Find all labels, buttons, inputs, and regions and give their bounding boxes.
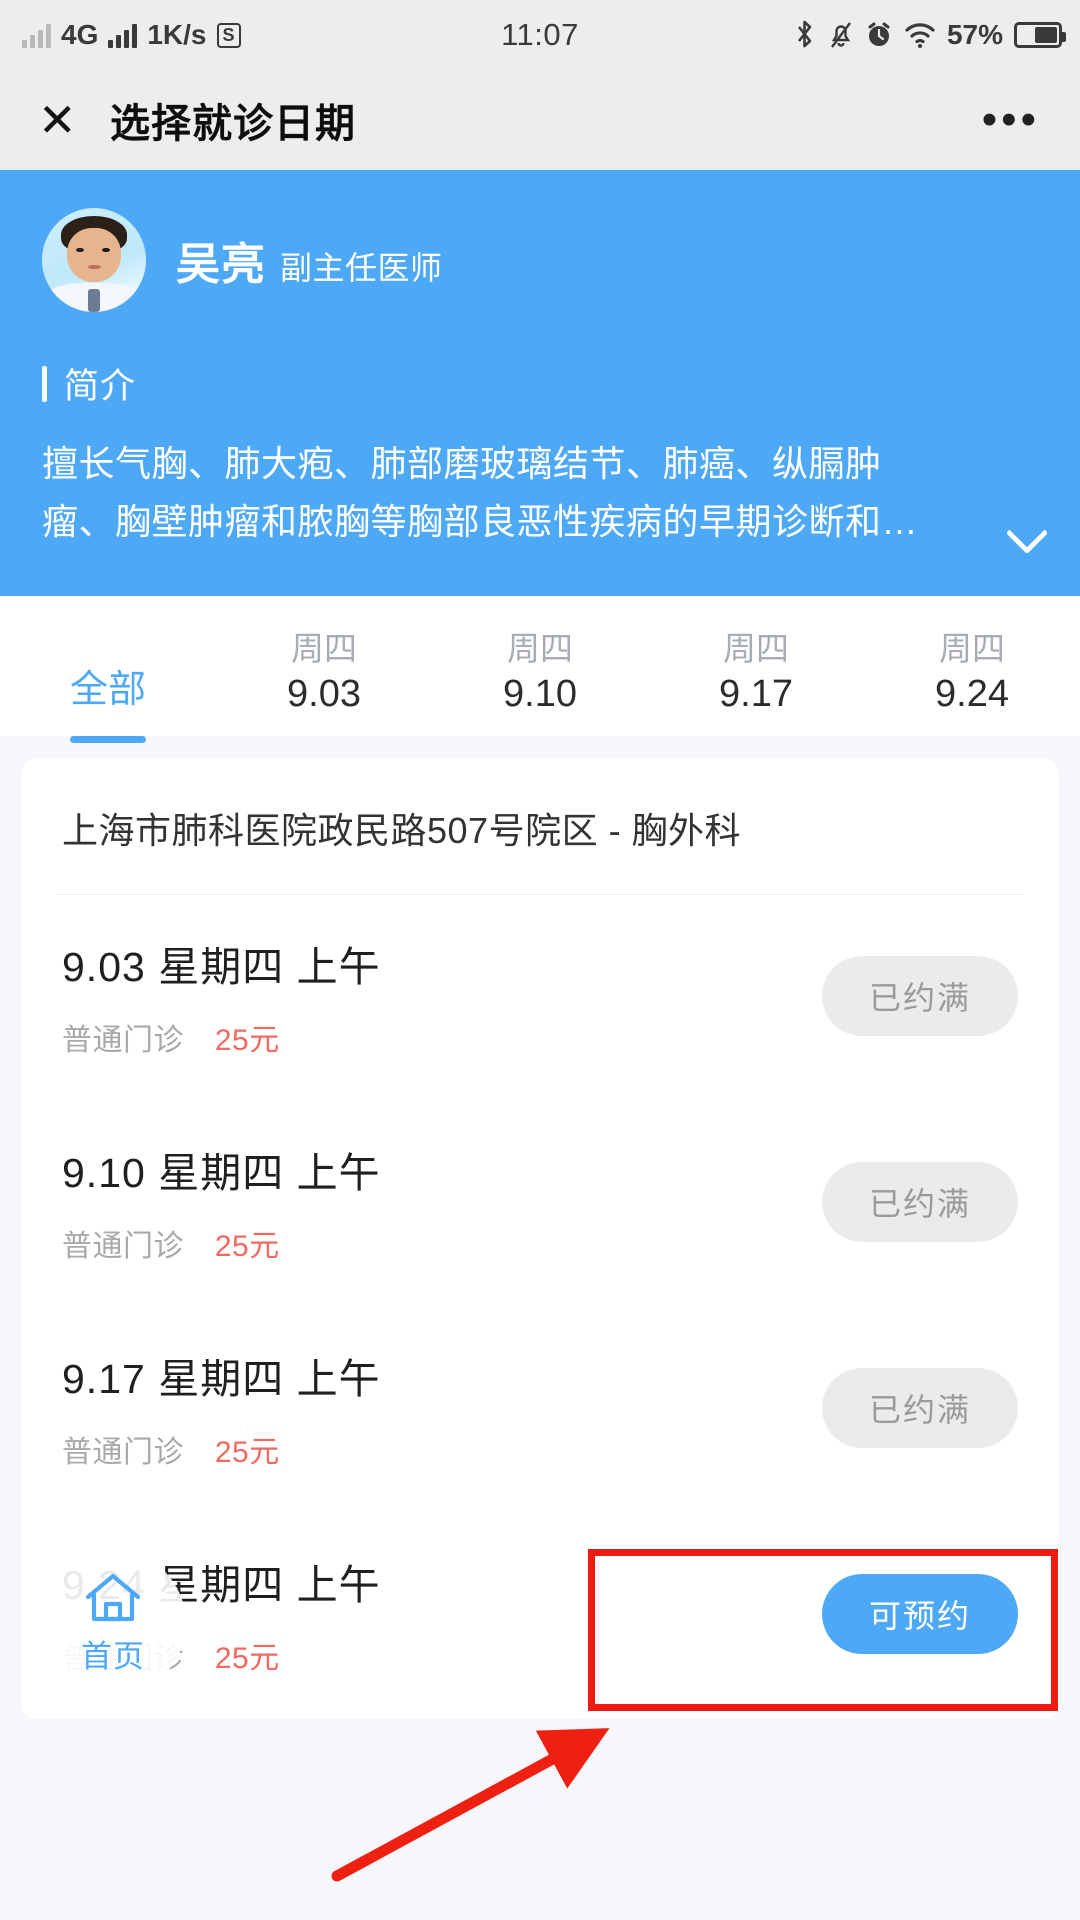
tab-date: 9.03	[287, 672, 361, 715]
clinic-type: 普通门诊	[62, 1435, 184, 1469]
status-badge-full: 已约满	[822, 1367, 1018, 1448]
tab-all[interactable]: 全部	[0, 624, 216, 743]
table-row[interactable]: 9.03 星期四 上午 普通门诊 25元 已约满	[22, 895, 1058, 1101]
home-icon	[85, 1573, 141, 1621]
hospital-department-title: 上海市肺科医院政民路507号院区 - 胸外科	[62, 809, 742, 851]
tab-active-underline	[70, 735, 146, 743]
status-badge-full: 已约满	[822, 955, 1018, 1036]
nav-bar: ✕ 选择就诊日期 •••	[0, 70, 1080, 170]
home-fab-label: 首页	[81, 1638, 145, 1674]
slot-price: 25元	[214, 1641, 280, 1675]
tab-date-0924[interactable]: 周四 9.24	[864, 624, 1080, 719]
slot-weekday: 星期四	[158, 1355, 285, 1402]
status-badge-full: 已约满	[822, 1161, 1018, 1242]
slot-meta: 普通门诊 25元	[62, 1015, 822, 1059]
chevron-down-icon[interactable]	[1005, 511, 1049, 554]
tab-date-0910[interactable]: 周四 9.10	[432, 624, 648, 719]
intro-body[interactable]: 擅长气胸、肺大疱、肺部磨玻璃结节、肺癌、纵膈肿 瘤、胸壁肿瘤和脓胸等胸部良恶性疾…	[42, 435, 1049, 554]
slot-period: 上午	[296, 1355, 381, 1402]
slot-period: 上午	[296, 1561, 381, 1608]
tab-weekday: 周四	[723, 629, 789, 667]
home-fab-button[interactable]: 首页	[40, 1550, 186, 1696]
slot-price: 25元	[214, 1229, 280, 1263]
slot-datetime: 9.17 星期四 上午	[62, 1345, 822, 1405]
tab-date: 9.10	[503, 672, 577, 715]
tab-weekday: 周四	[939, 629, 1005, 667]
doctor-name: 吴亮	[176, 240, 266, 289]
clinic-type: 普通门诊	[62, 1023, 184, 1057]
tab-weekday: 周四	[291, 629, 357, 667]
app-root: 4G 1K/s S 11:07 57% ✕ 选择就诊日期 ••• 吴亮 副主任医…	[0, 0, 1080, 1920]
intro-label: 简介	[64, 367, 137, 406]
slot-meta: 普通门诊 25元	[62, 1427, 822, 1471]
slot-datetime: 9.03 星期四 上午	[62, 933, 822, 993]
tab-date-0917[interactable]: 周四 9.17	[648, 624, 864, 719]
more-options-icon[interactable]: •••	[982, 98, 1040, 142]
schedule-card: 上海市肺科医院政民路507号院区 - 胸外科 9.03 星期四 上午 普通门诊 …	[22, 757, 1058, 1719]
mute-bell-icon	[830, 22, 851, 48]
tab-date-0903[interactable]: 周四 9.03	[216, 624, 432, 719]
intro-heading: 简介	[42, 358, 1038, 409]
tab-date: 9.17	[719, 672, 793, 715]
slot-info: 9.10 星期四 上午 普通门诊 25元	[62, 1139, 822, 1265]
slot-weekday: 星期四	[158, 943, 285, 990]
slot-date: 9.10	[62, 1149, 146, 1196]
tab-date: 9.24	[935, 672, 1009, 715]
book-appointment-button[interactable]: 可预约	[822, 1573, 1018, 1654]
slot-info: 9.17 星期四 上午 普通门诊 25元	[62, 1345, 822, 1471]
slot-price: 25元	[214, 1023, 280, 1057]
intro-line-1: 擅长气胸、肺大疱、肺部磨玻璃结节、肺癌、纵膈肿	[42, 443, 882, 484]
slot-period: 上午	[296, 943, 381, 990]
wifi-icon	[905, 23, 935, 48]
slot-price: 25元	[214, 1435, 280, 1469]
battery-percent-label: 57%	[946, 19, 1003, 50]
page-title: 选择就诊日期	[110, 102, 356, 146]
doctor-title: 副主任医师	[280, 250, 443, 286]
avatar	[42, 208, 146, 312]
battery-icon	[1014, 22, 1066, 48]
slot-date: 9.03	[62, 943, 146, 990]
table-row[interactable]: 9.10 星期四 上午 普通门诊 25元 已约满	[22, 1101, 1058, 1307]
bluetooth-icon-svg	[797, 20, 812, 48]
doctor-header-row: 吴亮 副主任医师	[42, 208, 1038, 312]
intro-line-2: 瘤、胸壁肿瘤和脓胸等胸部良恶性疾病的早期诊断和…	[42, 501, 919, 543]
clinic-type: 普通门诊	[62, 1229, 184, 1263]
alarm-clock-icon	[868, 22, 890, 46]
slot-weekday: 星期四	[158, 1149, 285, 1196]
doctor-identity: 吴亮 副主任医师	[176, 228, 443, 292]
status-bar-right: 57%	[793, 19, 1066, 50]
slot-date: 9.17	[62, 1355, 146, 1402]
date-tab-bar: 全部 周四 9.03 周四 9.10 周四 9.17 周四 9.24	[0, 595, 1080, 743]
intro-accent-bar	[42, 365, 47, 402]
slot-meta: 普通门诊 25元	[62, 1221, 822, 1265]
slot-period: 上午	[296, 1149, 381, 1196]
table-row[interactable]: 9.17 星期四 上午 普通门诊 25元 已约满	[22, 1307, 1058, 1513]
slot-datetime: 9.10 星期四 上午	[62, 1139, 822, 1199]
close-icon[interactable]: ✕	[38, 97, 94, 143]
tab-all-label: 全部	[69, 668, 146, 711]
slot-info: 9.03 星期四 上午 普通门诊 25元	[62, 933, 822, 1059]
doctor-banner: 吴亮 副主任医师 简介 擅长气胸、肺大疱、肺部磨玻璃结节、肺癌、纵膈肿 瘤、胸壁肿…	[0, 170, 1080, 596]
status-bar: 4G 1K/s S 11:07 57%	[0, 0, 1080, 70]
tab-weekday: 周四	[507, 629, 573, 667]
